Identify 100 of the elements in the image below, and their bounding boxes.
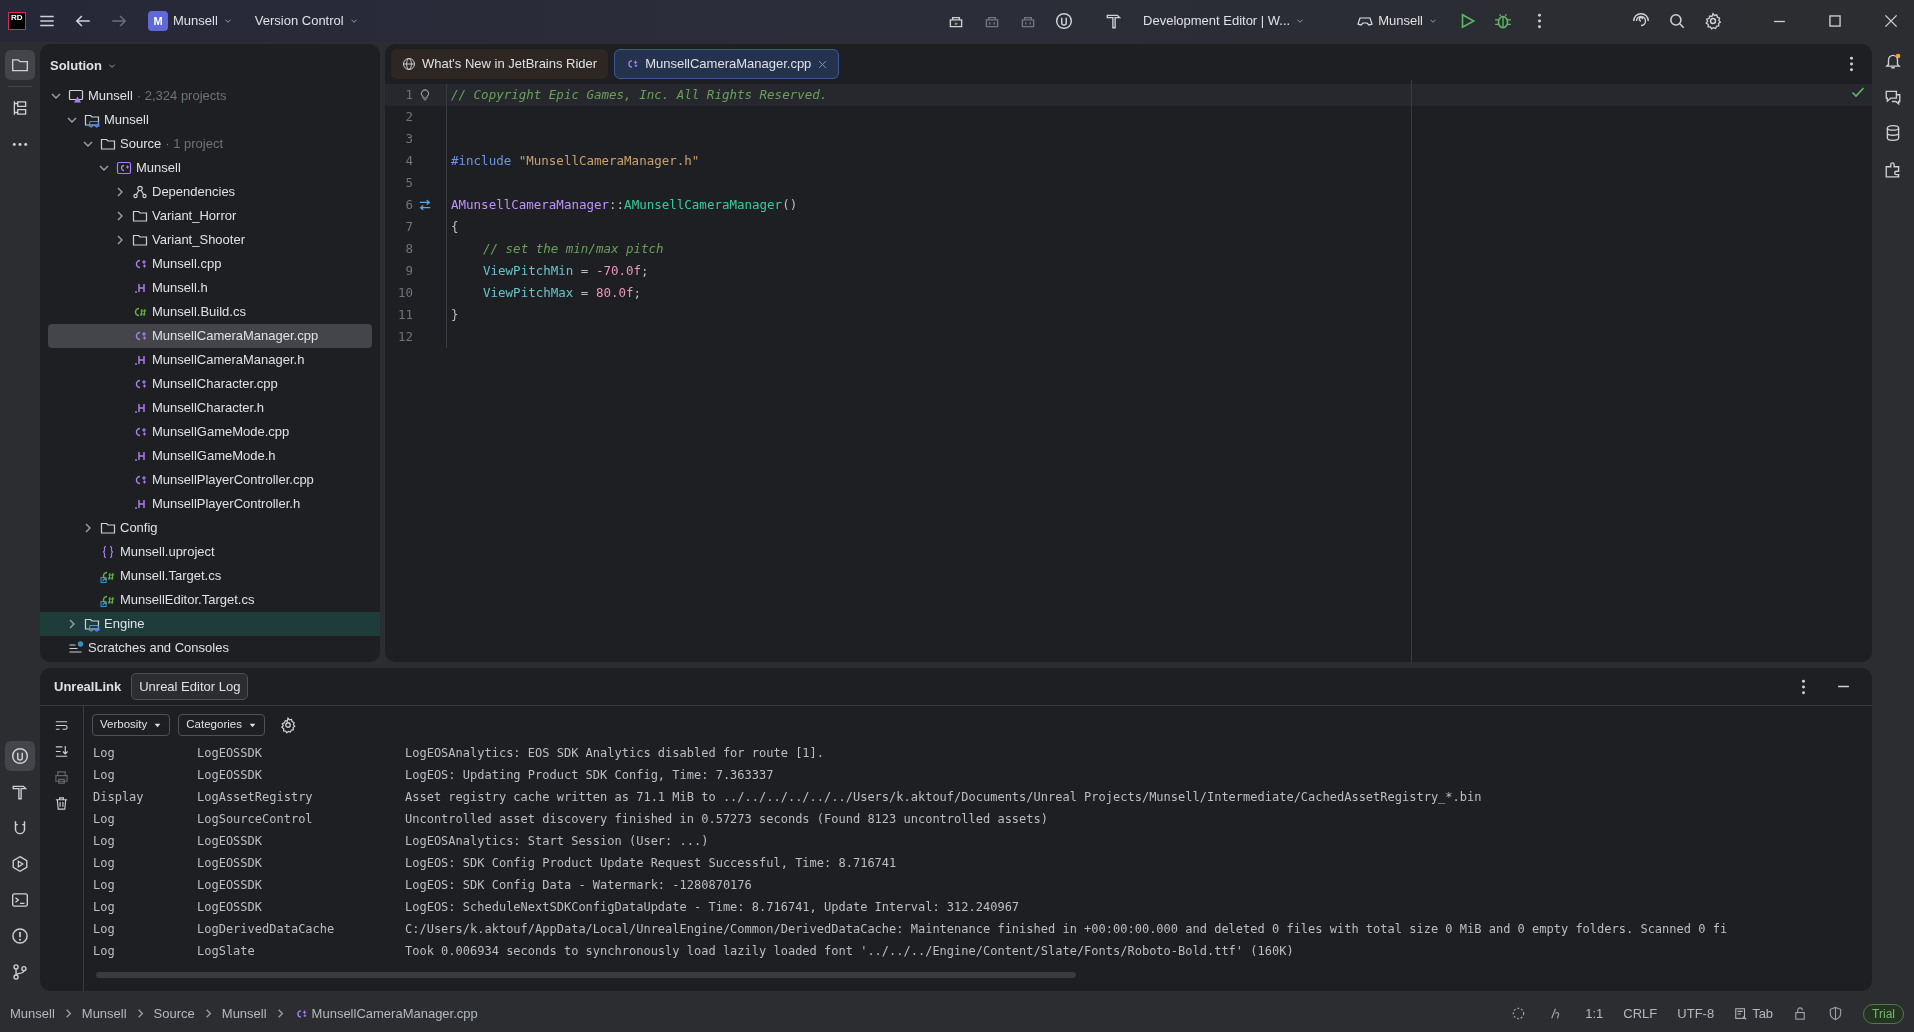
close-icon: [1882, 12, 1900, 30]
line-number: 8: [404, 239, 413, 258]
notifications-icon: [1884, 52, 1902, 70]
services-tool-icon: [11, 855, 29, 873]
editor-tab[interactable]: MunsellCameraManager.cpp: [614, 49, 840, 79]
breadcrumb[interactable]: Munsell: [81, 1003, 127, 1024]
unreal-tool-button[interactable]: [5, 741, 35, 771]
git-tool-icon: [11, 963, 29, 981]
log-category: LogSlate: [197, 943, 256, 960]
log-level: Log: [93, 943, 116, 960]
caret-position[interactable]: 1:1: [1585, 1003, 1604, 1024]
database-icon: [1884, 124, 1902, 142]
log-message: LogEOS: Updating Product SDK Config, Time: 7.363337: [405, 767, 774, 784]
tree-item[interactable]: Dependencies: [48, 179, 372, 204]
license-badge[interactable]: Trial: [1863, 1003, 1904, 1024]
project-tool-button[interactable]: [5, 50, 35, 80]
log-message: Took 0.006934 seconds to synchronously load lazily loaded font '../../../Engine/Content/Slate/Fonts/Roboto-Bold.ttf' (160K): [405, 943, 1294, 960]
code-line: AMunsellCameraManager::AMunsellCameraManager(): [450, 195, 798, 214]
project-tool-icon: [11, 56, 29, 74]
log-message: LogEOS: ScheduleNextSDKConfigDataUpdate - Time: 8.716741, Update Interval: 312.240967: [405, 899, 1020, 916]
ai-chat-icon: [1884, 88, 1902, 106]
tree-item[interactable]: Variant_Horror: [48, 203, 372, 228]
tree-item[interactable]: Munsell.Build.cs: [48, 299, 372, 324]
unreal-tool-icon: [11, 747, 29, 765]
tree-item[interactable]: Munsell.uproject: [48, 539, 372, 564]
hide-panel-icon: [1836, 685, 1850, 688]
tree-item[interactable]: Source · 1 project: [48, 131, 372, 156]
tree-item[interactable]: Munsell: [48, 107, 372, 132]
tree-item[interactable]: MunsellPlayerController.cpp: [48, 467, 372, 492]
more-tools-icon: [12, 141, 28, 147]
line-number: 4: [404, 151, 413, 170]
log-message: LogEOSAnalytics: EOS SDK Analytics disabled for route [1].: [405, 745, 825, 762]
version-control-dropdown[interactable]: Version Control: [246, 7, 367, 35]
panel-tab[interactable]: Unreal Editor Log: [131, 672, 249, 701]
app-logo[interactable]: RD: [8, 12, 26, 30]
filter-dropdown[interactable]: Verbosity: [92, 714, 171, 736]
log-message: LogEOS: SDK Config Product Update Request Successful, Time: 8.716741: [405, 855, 897, 872]
line-number: 7: [404, 217, 413, 236]
tree-item[interactable]: Munsell.Target.cs: [48, 563, 372, 588]
tree-item[interactable]: Variant_Shooter: [48, 227, 372, 252]
indent-setting[interactable]: Tab: [1734, 1003, 1774, 1024]
tree-item[interactable]: MunsellGameMode.h: [48, 443, 372, 468]
filter-dropdown[interactable]: Categories: [178, 714, 265, 736]
log-category: LogEOSSDK: [197, 899, 264, 916]
tree-item[interactable]: Config: [48, 515, 372, 540]
tree-item[interactable]: MunsellCameraManager.cpp: [48, 323, 372, 348]
tree-item[interactable]: Munsell · 2,324 projects: [48, 83, 372, 108]
line-number: 10: [396, 283, 413, 302]
tree-item[interactable]: Munsell.cpp: [48, 251, 372, 276]
run-configuration-dropdown[interactable]: Munsell: [1349, 7, 1446, 35]
settings-icon: [1704, 12, 1722, 30]
breadcrumb[interactable]: Munsell: [221, 1003, 267, 1024]
breadcrumb[interactable]: Source: [153, 1003, 195, 1024]
tree-item[interactable]: MunsellPlayerController.h: [48, 491, 372, 516]
tree-item[interactable]: MunsellEditor.Target.cs: [48, 587, 372, 612]
log-category: LogEOSSDK: [197, 877, 264, 894]
filter-settings-icon: [278, 716, 297, 734]
log-message: LogEOS: SDK Config Data - Watermark: -1280870176: [405, 877, 752, 894]
log-category: LogDerivedDataCache: [197, 921, 336, 938]
scrollbar[interactable]: [96, 972, 1076, 978]
tree-item[interactable]: Engine: [40, 611, 380, 636]
cpp-file-icon: [625, 57, 640, 71]
tree-item[interactable]: MunsellGameMode.cpp: [48, 419, 372, 444]
file-encoding[interactable]: UTF-8: [1677, 1003, 1715, 1024]
log-level: Log: [93, 921, 116, 938]
log-level: Log: [93, 833, 116, 850]
search-icon: [1668, 12, 1686, 30]
globe-icon: [402, 57, 416, 71]
tree-item[interactable]: MunsellCharacter.h: [48, 395, 372, 420]
log-level: Log: [93, 877, 116, 894]
tree-item[interactable]: Munsell: [48, 155, 372, 180]
print-icon: [54, 769, 69, 785]
solution-dropdown[interactable]: Solution: [50, 52, 117, 80]
tree-item[interactable]: Munsell.h: [48, 275, 372, 300]
breadcrumb[interactable]: MunsellCameraManager.cpp: [293, 1003, 478, 1024]
code-line: // Copyright Epic Games, Inc. All Rights Reserved.: [450, 85, 828, 104]
log-level: Log: [93, 767, 116, 784]
project-count: · 1 project: [165, 134, 223, 153]
clear-icon: [54, 795, 69, 811]
line-number: 3: [404, 129, 413, 148]
line-separator[interactable]: CRLF: [1623, 1003, 1658, 1024]
scroll-to-end-icon: [54, 743, 69, 759]
editor-tab[interactable]: What's New in JetBrains Rider: [391, 49, 609, 79]
project-count: · 2,324 projects: [136, 86, 227, 105]
breadcrumb[interactable]: Munsell: [10, 1003, 55, 1024]
log-message: C:/Users/k.aktouf/AppData/Local/UnrealEngine/Common/DerivedDataCache: Maintenance finished in +00:00:00.000 and deleted 0 files with total size 0 MiB and 0 empty folders. Scanned 0 fi: [405, 921, 1728, 938]
build-configuration-dropdown[interactable]: Development Editor | W...: [1135, 7, 1314, 35]
log-level: Log: [93, 899, 116, 916]
log-message: Asset registry cache written as 71.1 MiB to ../../../../../../Users/k.aktouf/Documents/Unreal Projects/Munsell/Intermediate/CachedAssetRegistry_*.bin: [405, 789, 1482, 806]
tree-item[interactable]: MunsellCharacter.cpp: [48, 371, 372, 396]
log-category: LogSourceControl: [197, 811, 314, 828]
terminal-tool-icon: [11, 891, 29, 909]
tree-item[interactable]: MunsellCameraManager.h: [48, 347, 372, 372]
log-category: LogEOSSDK: [197, 745, 264, 762]
shield-icon: [1828, 1006, 1844, 1021]
tree-item[interactable]: Scratches and Consoles: [48, 635, 372, 660]
project-badge: M: [148, 11, 168, 31]
log-level: Log: [93, 811, 116, 828]
project-dropdown[interactable]: M Munsell: [140, 7, 241, 35]
minimize-icon: [1772, 19, 1786, 23]
